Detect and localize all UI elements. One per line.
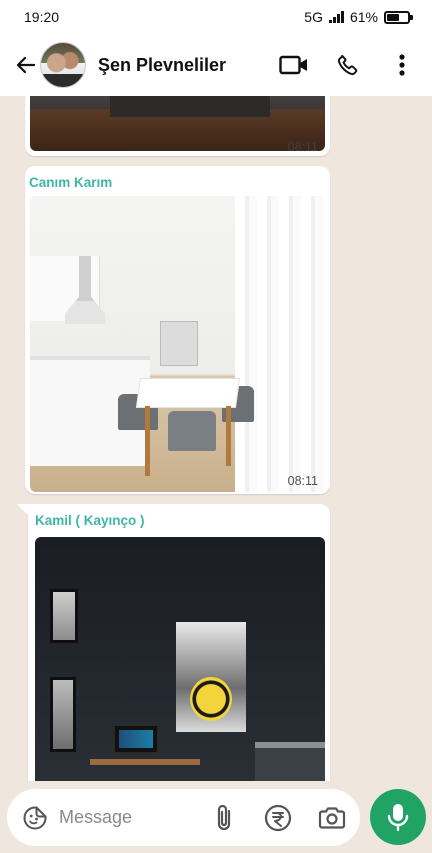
header-actions [278,49,418,81]
image-detail [235,196,325,492]
photo-icon[interactable] [30,196,325,492]
mic-icon [387,804,409,832]
photo-icon[interactable] [35,537,325,781]
chat-title[interactable]: Şen Plevneliler [98,55,278,76]
image-detail [160,321,198,366]
image-detail [110,96,270,117]
phone-icon[interactable] [332,49,364,81]
sender-name[interactable]: Kamil ( Kayınço ) [28,504,330,528]
image-detail [190,677,232,721]
battery-icon [384,10,413,24]
image-detail [226,406,231,466]
chat-header: Şen Plevneliler [0,34,432,96]
image-detail [50,589,78,643]
mic-button[interactable] [370,789,426,845]
image-detail [255,742,325,781]
status-bar: 19:20 5G 61% [0,0,432,34]
chat-area[interactable]: 08:11 Canım Karım 08:11 Kamil ( Kayınço … [0,96,432,781]
more-vert-icon[interactable] [386,49,418,81]
image-detail [50,677,76,752]
video-call-icon[interactable] [278,49,310,81]
avatar[interactable] [40,42,86,88]
image-detail [168,411,216,451]
image-detail [135,378,241,408]
message-bubble[interactable]: 08:11 [25,96,330,156]
message-bubble[interactable]: Canım Karım 08:11 [25,166,330,494]
sticker-icon[interactable] [21,804,49,832]
message-time: 08:11 [287,474,318,488]
composer-actions [206,800,350,836]
status-time: 19:20 [24,9,60,25]
payment-icon[interactable] [260,800,296,836]
battery-percent: 61% [349,9,378,25]
sender-name[interactable]: Canım Karım [25,166,330,190]
network-label: 5G [304,9,323,25]
message-time: 08:11 [287,140,318,154]
photo-icon[interactable] [30,96,325,151]
image-detail [113,724,159,754]
message-bubble[interactable]: Kamil ( Kayınço ) [28,504,330,781]
camera-icon[interactable] [314,800,350,836]
status-indicators: 5G 61% [304,9,413,25]
message-composer [7,789,360,846]
image-detail [145,406,150,476]
battery-fill [387,13,399,21]
attach-icon[interactable] [206,800,242,836]
image-detail [90,759,200,765]
message-input[interactable] [59,807,199,828]
signal-icon [328,11,344,23]
